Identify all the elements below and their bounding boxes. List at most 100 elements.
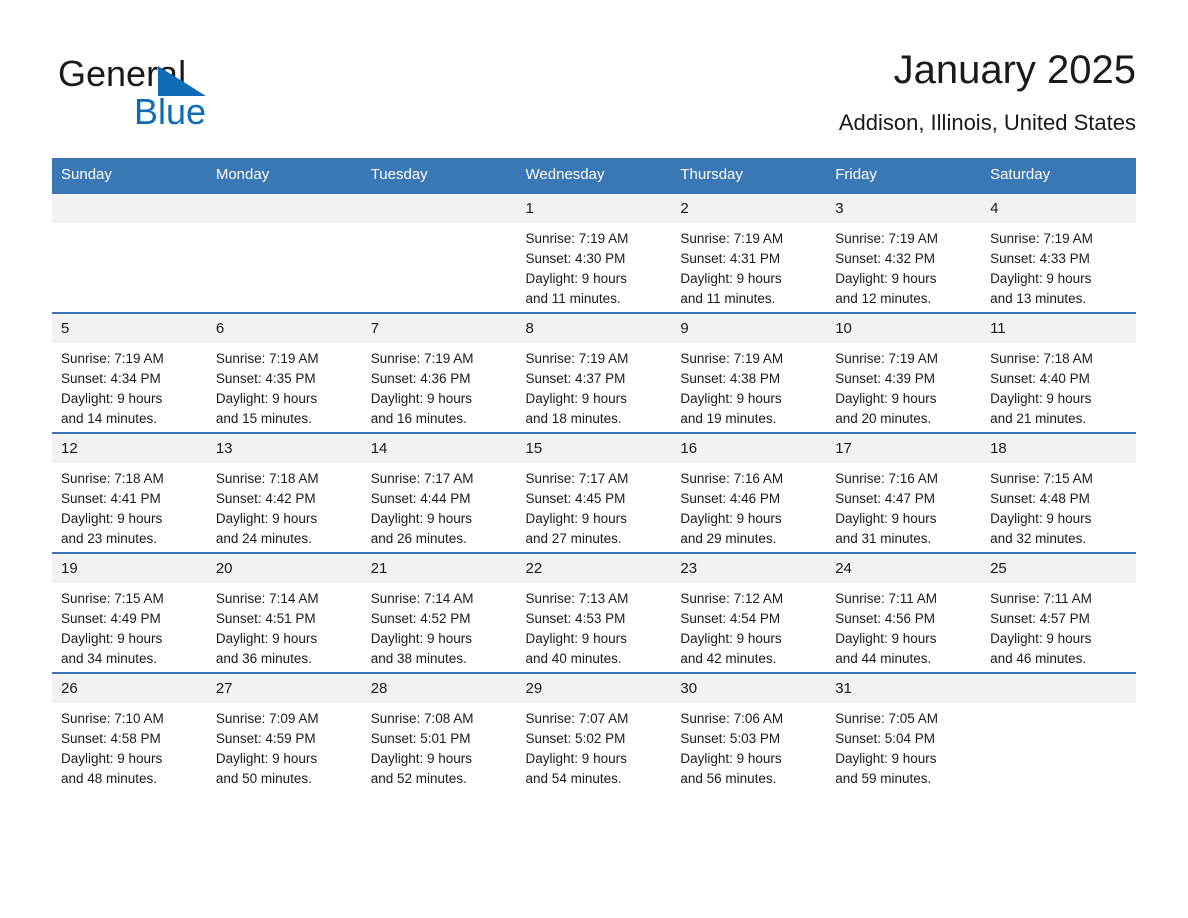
day-details: Sunrise: 7:15 AM Sunset: 4:48 PM Daylight:… xyxy=(981,463,1136,549)
daylight-text: Daylight: 9 hours xyxy=(680,631,782,646)
daylight-text: Daylight: 9 hours xyxy=(525,271,627,286)
daylight-text: and 11 minutes. xyxy=(680,291,776,306)
daylight-text: Daylight: 9 hours xyxy=(370,511,472,526)
sunrise-text: Sunrise: 7:18 AM xyxy=(61,471,164,486)
general-blue-logo[interactable]: General Blue xyxy=(58,52,318,142)
calendar-day-cell[interactable]: 30 Sunrise: 7:06 AM Sunset: 5:03 PM Dayligh… xyxy=(671,672,827,792)
day-number: 9 xyxy=(671,314,827,343)
calendar-day-cell[interactable]: 18 Sunrise: 7:15 AM Sunset: 4:48 PM Dayligh… xyxy=(981,432,1136,553)
calendar-day-cell[interactable]: 20 Sunrise: 7:14 AM Sunset: 4:51 PM Dayligh… xyxy=(206,552,362,673)
calendar-day-cell[interactable]: 27 Sunrise: 7:09 AM Sunset: 4:59 PM Dayligh… xyxy=(206,672,362,792)
page-subtitle: Addison, Illinois, United States xyxy=(838,110,1136,135)
calendar-day-cell[interactable]: 6 Sunrise: 7:19 AM Sunset: 4:35 PM Daylight… xyxy=(206,312,362,433)
daylight-text: Daylight: 9 hours xyxy=(525,511,627,526)
calendar-day-cell[interactable]: 21 Sunrise: 7:14 AM Sunset: 4:52 PM Dayligh… xyxy=(361,552,517,673)
day-details: Sunrise: 7:19 AM Sunset: 4:34 PM Daylight:… xyxy=(52,343,207,429)
calendar-day-cell[interactable]: 22 Sunrise: 7:13 AM Sunset: 4:53 PM Dayligh… xyxy=(516,552,672,673)
day-number xyxy=(206,194,362,223)
calendar-week-row: 26 Sunrise: 7:10 AM Sunset: 4:58 PM Dayligh… xyxy=(52,672,1136,792)
daylight-text: Daylight: 9 hours xyxy=(680,271,782,286)
day-number: 21 xyxy=(361,554,517,583)
daylight-text: and 52 minutes. xyxy=(370,771,467,786)
daylight-text: Daylight: 9 hours xyxy=(835,391,937,406)
sunrise-text: Sunrise: 7:12 AM xyxy=(680,591,784,606)
calendar-day-cell[interactable]: 17 Sunrise: 7:16 AM Sunset: 4:47 PM Dayligh… xyxy=(826,432,982,553)
day-details: Sunrise: 7:05 AM Sunset: 5:04 PM Daylight:… xyxy=(826,703,981,789)
calendar-day-cell[interactable]: 12 Sunrise: 7:18 AM Sunset: 4:41 PM Dayligh… xyxy=(52,432,207,553)
calendar-day-cell[interactable]: 5 Sunrise: 7:19 AM Sunset: 4:34 PM Daylight… xyxy=(52,312,207,433)
sunset-text: Sunset: 4:41 PM xyxy=(61,491,161,506)
sunrise-text: Sunrise: 7:19 AM xyxy=(215,351,319,366)
calendar-day-cell[interactable]: 31 Sunrise: 7:05 AM Sunset: 5:04 PM Dayligh… xyxy=(826,672,982,792)
calendar-week-row: 1 Sunrise: 7:19 AM Sunset: 4:30 PM Daylight… xyxy=(52,192,1136,313)
daylight-text: and 56 minutes. xyxy=(680,771,777,786)
weekday-header-monday: Monday xyxy=(206,158,362,193)
daylight-text: and 36 minutes. xyxy=(215,651,312,666)
day-number: 6 xyxy=(206,314,362,343)
sunrise-text: Sunrise: 7:19 AM xyxy=(61,351,164,366)
calendar-day-cell[interactable]: 26 Sunrise: 7:10 AM Sunset: 4:58 PM Dayligh… xyxy=(52,672,207,792)
day-details: Sunrise: 7:19 AM Sunset: 4:36 PM Daylight:… xyxy=(362,343,517,429)
calendar-day-cell[interactable]: 9 Sunrise: 7:19 AM Sunset: 4:38 PM Daylight… xyxy=(671,312,827,433)
calendar-day-cell[interactable]: 13 Sunrise: 7:18 AM Sunset: 4:42 PM Dayligh… xyxy=(206,432,362,553)
calendar-day-cell[interactable]: 3 Sunrise: 7:19 AM Sunset: 4:32 PM Daylight… xyxy=(826,192,982,313)
weekday-header-thursday: Thursday xyxy=(671,158,827,193)
calendar-day-cell[interactable]: 19 Sunrise: 7:15 AM Sunset: 4:49 PM Dayligh… xyxy=(52,552,207,673)
daylight-text: Daylight: 9 hours xyxy=(215,631,318,646)
calendar-day-cell[interactable]: 28 Sunrise: 7:08 AM Sunset: 5:01 PM Dayligh… xyxy=(361,672,517,792)
calendar-day-cell[interactable]: 25 Sunrise: 7:11 AM Sunset: 4:57 PM Dayligh… xyxy=(981,552,1136,673)
day-number: 7 xyxy=(361,314,517,343)
day-details: Sunrise: 7:11 AM Sunset: 4:56 PM Daylight:… xyxy=(826,583,981,669)
sunset-text: Sunset: 5:01 PM xyxy=(370,731,471,746)
calendar-day-cell[interactable]: 10 Sunrise: 7:19 AM Sunset: 4:39 PM Dayligh… xyxy=(826,312,982,433)
daylight-text: Daylight: 9 hours xyxy=(680,391,782,406)
calendar-day-cell[interactable]: 23 Sunrise: 7:12 AM Sunset: 4:54 PM Dayligh… xyxy=(671,552,827,673)
calendar-day-cell[interactable]: 2 Sunrise: 7:19 AM Sunset: 4:31 PM Daylight… xyxy=(671,192,827,313)
daylight-text: Daylight: 9 hours xyxy=(215,391,318,406)
logo-text-blue: Blue xyxy=(134,91,207,132)
day-details: Sunrise: 7:17 AM Sunset: 4:45 PM Daylight:… xyxy=(517,463,672,549)
calendar-day-cell[interactable]: 24 Sunrise: 7:11 AM Sunset: 4:56 PM Dayligh… xyxy=(826,552,982,673)
sunrise-text: Sunrise: 7:11 AM xyxy=(990,591,1092,606)
calendar-day-cell[interactable]: 1 Sunrise: 7:19 AM Sunset: 4:30 PM Daylight… xyxy=(516,192,672,313)
weekday-header-sunday: Sunday xyxy=(52,158,207,193)
sunrise-text: Sunrise: 7:19 AM xyxy=(680,231,784,246)
calendar-day-cell[interactable]: 29 Sunrise: 7:07 AM Sunset: 5:02 PM Dayligh… xyxy=(516,672,672,792)
calendar-day-cell[interactable]: 11 Sunrise: 7:18 AM Sunset: 4:40 PM Dayligh… xyxy=(981,312,1136,433)
day-number: 16 xyxy=(671,434,827,463)
day-details: Sunrise: 7:06 AM Sunset: 5:03 PM Daylight:… xyxy=(671,703,826,789)
day-details: Sunrise: 7:19 AM Sunset: 4:30 PM Daylight:… xyxy=(517,223,672,309)
sunset-text: Sunset: 4:54 PM xyxy=(680,611,781,626)
day-number: 2 xyxy=(671,194,827,223)
day-number xyxy=(361,194,517,223)
daylight-text: and 29 minutes. xyxy=(680,531,777,546)
calendar-day-cell[interactable]: 15 Sunrise: 7:17 AM Sunset: 4:45 PM Dayligh… xyxy=(516,432,672,553)
sunrise-text: Sunrise: 7:11 AM xyxy=(835,591,938,606)
day-number: 30 xyxy=(671,674,827,703)
calendar-day-cell[interactable]: 7 Sunrise: 7:19 AM Sunset: 4:36 PM Daylight… xyxy=(361,312,517,433)
calendar-day-cell[interactable]: 14 Sunrise: 7:17 AM Sunset: 4:44 PM Dayligh… xyxy=(361,432,517,553)
day-number: 19 xyxy=(52,554,207,583)
daylight-text: and 31 minutes. xyxy=(835,531,932,546)
sunset-text: Sunset: 4:52 PM xyxy=(370,611,471,626)
calendar-day-cell[interactable]: 16 Sunrise: 7:16 AM Sunset: 4:46 PM Dayligh… xyxy=(671,432,827,553)
calendar-week-row: 12 Sunrise: 7:18 AM Sunset: 4:41 PM Dayligh… xyxy=(52,432,1136,553)
daylight-text: Daylight: 9 hours xyxy=(61,511,163,526)
calendar-container: Sunday Monday Tuesday Wednesday Thursday Frid… xyxy=(52,158,1136,792)
calendar-day-cell[interactable]: 8 Sunrise: 7:19 AM Sunset: 4:37 PM Daylight… xyxy=(516,312,672,433)
calendar-week-row: 19 Sunrise: 7:15 AM Sunset: 4:49 PM Dayligh… xyxy=(52,552,1136,673)
sunset-text: Sunset: 4:48 PM xyxy=(990,491,1090,506)
calendar-day-cell[interactable]: 4 Sunrise: 7:19 AM Sunset: 4:33 PM Daylight… xyxy=(981,192,1136,313)
sunset-text: Sunset: 4:34 PM xyxy=(61,371,161,386)
calendar-day-cell-empty xyxy=(52,192,207,313)
day-details: Sunrise: 7:14 AM Sunset: 4:52 PM Daylight:… xyxy=(362,583,517,669)
sunset-text: Sunset: 4:42 PM xyxy=(215,491,316,506)
daylight-text: and 44 minutes. xyxy=(835,651,932,666)
day-details: Sunrise: 7:09 AM Sunset: 4:59 PM Daylight:… xyxy=(207,703,362,789)
sunrise-text: Sunrise: 7:10 AM xyxy=(61,711,164,726)
day-number: 13 xyxy=(206,434,362,463)
sunset-text: Sunset: 4:47 PM xyxy=(835,491,936,506)
day-details: Sunrise: 7:07 AM Sunset: 5:02 PM Daylight:… xyxy=(517,703,672,789)
daylight-text: Daylight: 9 hours xyxy=(680,511,782,526)
daylight-text: and 42 minutes. xyxy=(680,651,777,666)
